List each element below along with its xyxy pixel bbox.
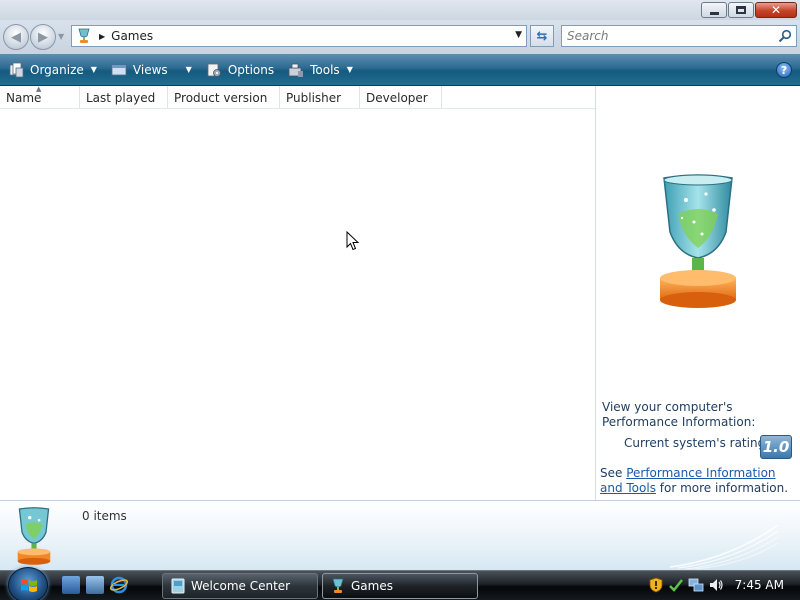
system-rating-label: Current system's rating:	[624, 436, 770, 450]
search-box[interactable]	[561, 25, 797, 47]
minimize-button[interactable]	[701, 2, 727, 18]
refresh-button[interactable]: ⇆	[530, 25, 554, 47]
system-rating-badge[interactable]: 1.0	[760, 435, 792, 459]
views-label: Views	[132, 62, 168, 77]
back-arrow-icon: ◀	[11, 29, 21, 45]
taskbar: Welcome Center Games 7:45 AM	[0, 567, 800, 600]
games-trophy-icon	[75, 27, 93, 45]
organize-icon	[9, 62, 24, 77]
address-dropdown-icon[interactable]: ▼	[515, 30, 522, 40]
games-trophy-icon	[17, 507, 51, 565]
tools-icon	[288, 63, 304, 77]
show-desktop-icon[interactable]	[62, 576, 80, 594]
maximize-button[interactable]	[728, 2, 754, 18]
forward-button[interactable]: ▶	[30, 24, 56, 50]
column-headers: ▲ Name Last played Product version Publi…	[0, 85, 595, 109]
tools-label: Tools	[310, 62, 340, 77]
organize-label: Organize	[30, 62, 84, 77]
column-header-developer[interactable]: Developer	[360, 86, 442, 109]
minimize-icon	[709, 11, 719, 15]
chevron-down-icon: ▼	[346, 65, 353, 74]
address-bar[interactable]: ▶ Games ▼	[71, 25, 527, 47]
taskbar-button-games[interactable]: Games	[322, 573, 478, 599]
games-trophy-icon	[660, 174, 736, 308]
quick-launch	[62, 576, 128, 594]
search-input[interactable]	[562, 26, 762, 46]
switch-windows-icon[interactable]	[86, 576, 104, 594]
performance-info-text: View your computer's Performance Informa…	[602, 400, 756, 429]
close-icon: ✕	[770, 3, 782, 17]
internet-explorer-icon[interactable]	[110, 576, 128, 594]
system-clock[interactable]: 7:45 AM	[735, 578, 784, 592]
tools-menu[interactable]: Tools ▼	[282, 57, 359, 83]
refresh-icon: ⇆	[536, 28, 548, 44]
mouse-cursor-icon	[346, 231, 360, 251]
taskbar-button-welcome-center[interactable]: Welcome Center	[162, 573, 318, 599]
details-pane: 0 items	[0, 500, 800, 570]
preview-pane: View your computer's Performance Informa…	[595, 86, 800, 500]
help-icon: ?	[780, 63, 788, 77]
notification-area	[648, 577, 724, 593]
maximize-icon	[736, 6, 746, 14]
views-icon	[111, 64, 127, 75]
options-button[interactable]: Options	[200, 57, 280, 83]
command-bar: Organize ▼ Views ▼ Options Tools ▼ ?	[0, 54, 800, 86]
column-header-publisher[interactable]: Publisher	[280, 86, 360, 109]
column-header-name[interactable]: ▲ Name	[0, 85, 80, 109]
chevron-down-icon: ▼	[90, 65, 97, 74]
network-icon[interactable]	[688, 577, 704, 593]
decorative-swoosh	[670, 524, 779, 569]
file-list[interactable]: ▲ Name Last played Product version Publi…	[0, 85, 595, 500]
recent-pages-dropdown-icon[interactable]: ▼	[58, 32, 64, 41]
column-header-product-version[interactable]: Product version	[168, 86, 280, 109]
breadcrumb-separator-icon[interactable]: ▶	[99, 32, 105, 41]
sort-ascending-icon: ▲	[36, 85, 42, 93]
column-header-last-played[interactable]: Last played	[80, 86, 168, 109]
options-label: Options	[227, 62, 275, 77]
games-icon	[332, 578, 344, 593]
window-controls: ✕	[701, 2, 797, 18]
forward-arrow-icon: ▶	[38, 29, 48, 45]
title-bar: ✕	[0, 0, 800, 20]
performance-note: See Performance Information and Tools fo…	[600, 466, 789, 495]
back-button[interactable]: ◀	[3, 24, 29, 50]
breadcrumb-games[interactable]: Games	[111, 29, 153, 43]
volume-icon[interactable]	[708, 577, 724, 593]
views-menu[interactable]: Views ▼	[105, 57, 198, 83]
item-count: 0 items	[82, 509, 127, 523]
security-shield-icon[interactable]	[648, 577, 664, 593]
welcome-center-icon	[171, 578, 185, 594]
help-button[interactable]: ?	[776, 62, 792, 78]
chevron-down-icon: ▼	[185, 65, 192, 74]
close-button[interactable]: ✕	[755, 2, 797, 18]
search-icon[interactable]	[778, 29, 792, 43]
start-button[interactable]	[8, 567, 48, 600]
organize-menu[interactable]: Organize ▼	[2, 57, 103, 83]
windows-logo-icon	[21, 579, 37, 592]
navigation-bar: ◀ ▶ ▼ ▶ Games ▼ ⇆	[0, 20, 800, 54]
options-icon	[207, 63, 221, 77]
update-check-icon[interactable]	[668, 577, 684, 593]
